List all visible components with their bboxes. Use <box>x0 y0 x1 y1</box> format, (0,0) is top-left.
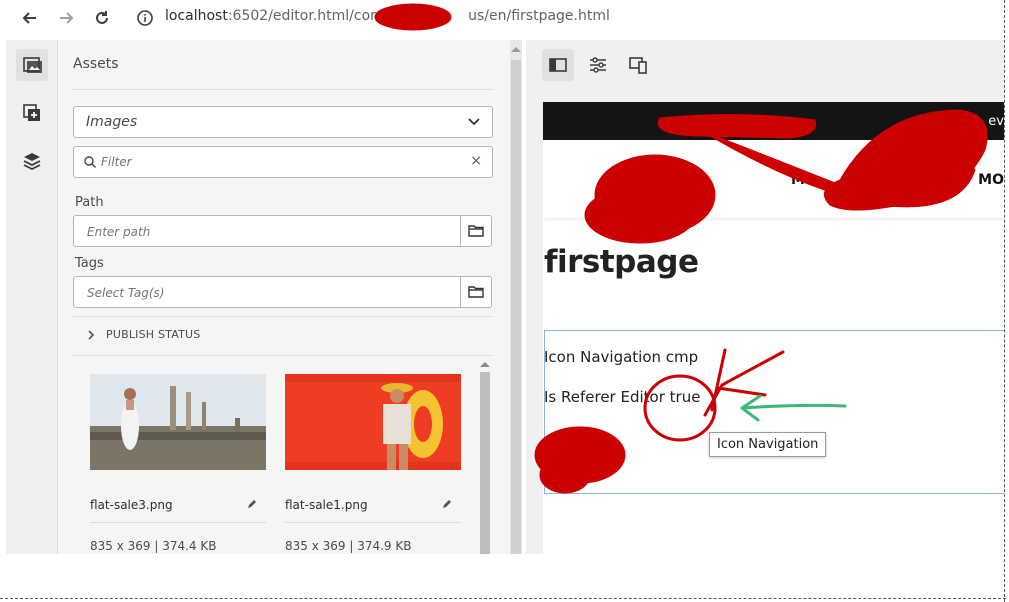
url-host: localhost <box>165 8 228 24</box>
screenshot-border <box>1004 0 1005 602</box>
site-navigation[interactable]: M MO <box>543 140 1004 218</box>
edit-icon[interactable] <box>246 498 258 510</box>
info-icon[interactable] <box>136 9 154 27</box>
chevron-down-icon <box>468 118 480 126</box>
content-tree-icon[interactable] <box>16 145 48 177</box>
tags-browse-button[interactable] <box>461 276 492 308</box>
asset-type-value: Images <box>86 114 138 130</box>
screenshot-border <box>0 598 1006 599</box>
search-icon <box>84 156 96 168</box>
asset-filename: flat-sale1.png <box>285 498 368 512</box>
page-title: firstpage <box>544 244 699 280</box>
assets-panel: Assets Images × Path Tags PUBLISH STATUS <box>58 40 510 554</box>
scroll-up-arrow-icon[interactable] <box>480 362 490 367</box>
divider <box>90 522 266 523</box>
side-rail <box>6 40 58 554</box>
editor-area: ev M MO firstpage Icon Navigation cmp Is… <box>526 40 1004 554</box>
path-label: Path <box>75 195 104 210</box>
component-text: Is Referer Editor true <box>544 388 701 406</box>
address-bar[interactable]: localhost:6502/editor.html/conte us/en/fi… <box>165 8 610 24</box>
asset-meta: 835 x 369 | 374.4 KB <box>90 539 217 553</box>
browser-toolbar: localhost:6502/editor.html/conte us/en/fi… <box>0 0 1004 37</box>
divider <box>73 89 493 90</box>
page-preview[interactable]: ev M MO firstpage Icon Navigation cmp Is… <box>543 102 1004 554</box>
tags-field[interactable] <box>73 276 461 308</box>
asset-thumbnail[interactable] <box>90 374 266 470</box>
asset-card[interactable]: flat-sale1.png 835 x 369 | 374.9 KB <box>285 374 461 553</box>
assets-icon[interactable] <box>16 49 48 81</box>
asset-thumbnail[interactable] <box>285 374 461 470</box>
tags-input[interactable] <box>85 285 449 301</box>
divider <box>285 522 461 523</box>
forward-arrow-icon[interactable] <box>55 7 77 29</box>
components-icon[interactable] <box>16 97 48 129</box>
scroll-up-arrow-icon[interactable] <box>511 47 521 52</box>
nav-item[interactable]: MO <box>978 172 1004 188</box>
path-input[interactable] <box>85 224 449 240</box>
scrollbar-thumb[interactable] <box>511 60 521 554</box>
filter-field[interactable]: × <box>73 146 493 178</box>
scrollbar-thumb[interactable] <box>480 372 490 554</box>
component-text: Icon Navigation cmp <box>544 348 699 366</box>
url-path: :6502/editor.html/conte <box>227 8 394 24</box>
divider <box>73 355 493 356</box>
asset-meta: 835 x 369 | 374.9 KB <box>285 539 412 553</box>
publish-status-toggle[interactable]: PUBLISH STATUS <box>86 328 200 341</box>
topbar-text: ev <box>988 114 1004 129</box>
folder-icon <box>468 225 484 237</box>
asset-type-select[interactable]: Images <box>73 106 493 138</box>
reload-icon[interactable] <box>91 7 113 29</box>
component-tooltip: Icon Navigation <box>709 432 827 457</box>
emulator-icon[interactable] <box>622 49 654 81</box>
assets-scrollbar[interactable] <box>478 362 490 554</box>
chevron-right-icon <box>88 329 95 340</box>
asset-card[interactable]: flat-sale3.png 835 x 369 | 374.4 KB <box>90 374 266 553</box>
site-topbar: ev <box>543 102 1004 140</box>
publish-status-label: PUBLISH STATUS <box>106 328 201 341</box>
divider <box>73 316 493 317</box>
panel-title: Assets <box>73 56 119 72</box>
url-tail: us/en/firstpage.html <box>468 8 610 24</box>
panel-scrollbar[interactable] <box>510 40 522 554</box>
filter-input[interactable] <box>99 154 463 170</box>
back-arrow-icon[interactable] <box>19 7 41 29</box>
blank-area <box>6 554 1004 598</box>
side-panel-icon[interactable] <box>542 49 574 81</box>
path-browse-button[interactable] <box>461 215 492 247</box>
edit-icon[interactable] <box>441 498 453 510</box>
path-field[interactable] <box>73 215 461 247</box>
tags-label: Tags <box>75 256 104 271</box>
clear-icon[interactable]: × <box>470 153 482 169</box>
asset-filename: flat-sale3.png <box>90 498 173 512</box>
page-properties-icon[interactable] <box>582 49 614 81</box>
nav-item[interactable]: M <box>791 172 805 188</box>
folder-icon <box>468 286 484 298</box>
